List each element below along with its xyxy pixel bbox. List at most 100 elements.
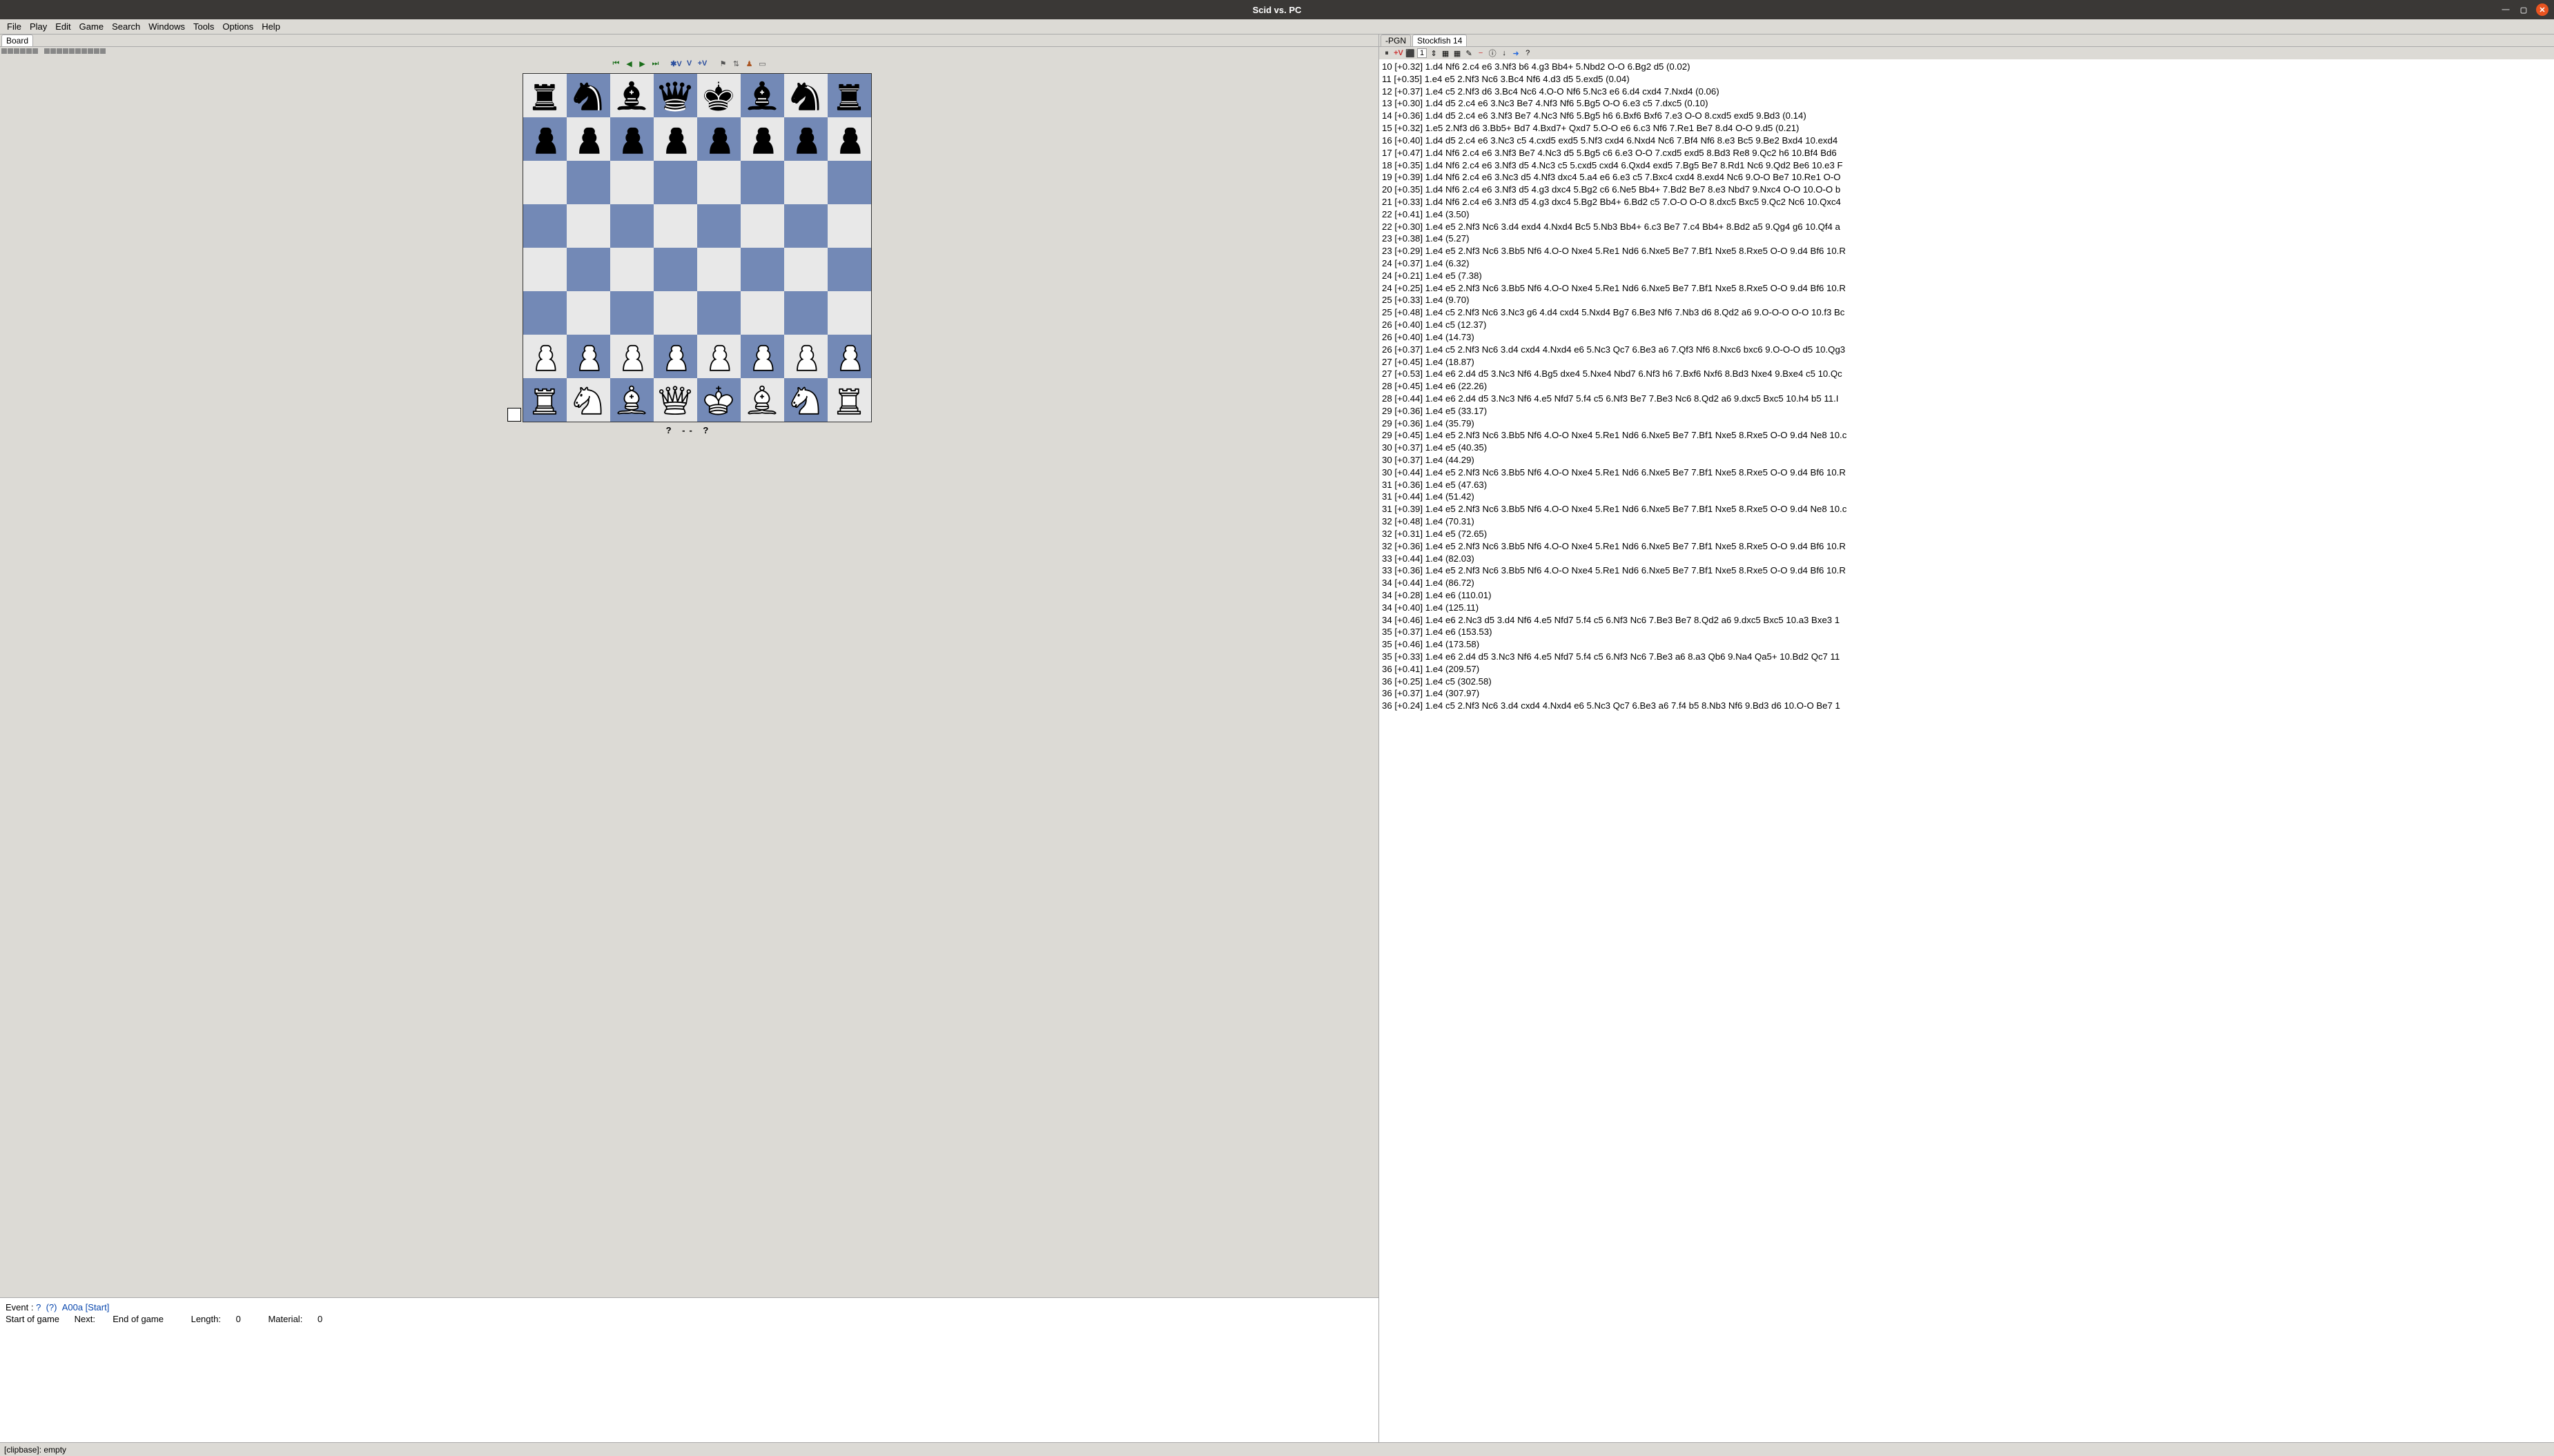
- square-f7[interactable]: [741, 117, 784, 161]
- square-g6[interactable]: [784, 161, 828, 204]
- square-a7[interactable]: [523, 117, 567, 161]
- tab-board[interactable]: Board: [1, 35, 33, 46]
- square-h2[interactable]: [828, 335, 871, 378]
- square-h6[interactable]: [828, 161, 871, 204]
- piece-wP[interactable]: [787, 338, 824, 375]
- square-e3[interactable]: [697, 291, 741, 335]
- eco-code[interactable]: A00a [Start]: [62, 1302, 110, 1312]
- square-f8[interactable]: [741, 74, 784, 117]
- square-g3[interactable]: [784, 291, 828, 335]
- square-g5[interactable]: [784, 204, 828, 248]
- square-d6[interactable]: [654, 161, 697, 204]
- square-d2[interactable]: [654, 335, 697, 378]
- piece-bR[interactable]: [830, 77, 868, 115]
- square-b5[interactable]: [567, 204, 610, 248]
- square-g7[interactable]: [784, 117, 828, 161]
- square-f6[interactable]: [741, 161, 784, 204]
- menu-game[interactable]: Game: [75, 20, 108, 33]
- square-f1[interactable]: [741, 378, 784, 422]
- piece-wB[interactable]: [743, 382, 781, 419]
- piece-wP[interactable]: [613, 338, 650, 375]
- square-b2[interactable]: [567, 335, 610, 378]
- piece-bN[interactable]: [569, 77, 607, 115]
- piece-wQ[interactable]: [656, 382, 694, 419]
- nav-flag-icon[interactable]: ⚑: [718, 58, 729, 69]
- square-g2[interactable]: [784, 335, 828, 378]
- square-f2[interactable]: [741, 335, 784, 378]
- piece-wN[interactable]: [787, 382, 824, 419]
- piece-bK[interactable]: [700, 77, 737, 115]
- nav-flip-icon[interactable]: ⇅: [731, 58, 742, 69]
- spinner-icon[interactable]: ⇕: [1429, 48, 1439, 58]
- analysis-output[interactable]: 10 [+0.32] 1.d4 Nf6 2.c4 e6 3.Nf3 b6 4.g…: [1379, 59, 2554, 1442]
- square-e4[interactable]: [697, 248, 741, 291]
- nav-var-next[interactable]: +V: [697, 58, 708, 69]
- square-d3[interactable]: [654, 291, 697, 335]
- square-a5[interactable]: [523, 204, 567, 248]
- square-d7[interactable]: [654, 117, 697, 161]
- engine-annotate-icon[interactable]: ✎: [1464, 48, 1474, 58]
- square-e1[interactable]: [697, 378, 741, 422]
- menu-windows[interactable]: Windows: [144, 20, 189, 33]
- square-b7[interactable]: [567, 117, 610, 161]
- square-e2[interactable]: [697, 335, 741, 378]
- square-d8[interactable]: [654, 74, 697, 117]
- piece-wB[interactable]: [613, 382, 650, 419]
- square-g8[interactable]: [784, 74, 828, 117]
- square-c8[interactable]: [610, 74, 654, 117]
- menu-file[interactable]: File: [3, 20, 26, 33]
- square-f5[interactable]: [741, 204, 784, 248]
- square-e5[interactable]: [697, 204, 741, 248]
- engine-multipv-down[interactable]: +V: [1394, 48, 1403, 58]
- square-c7[interactable]: [610, 117, 654, 161]
- nav-end-icon[interactable]: ⏭: [650, 58, 661, 69]
- nav-var[interactable]: V: [684, 58, 695, 69]
- square-c6[interactable]: [610, 161, 654, 204]
- piece-bP[interactable]: [656, 121, 694, 158]
- square-a2[interactable]: [523, 335, 567, 378]
- square-b1[interactable]: [567, 378, 610, 422]
- square-c4[interactable]: [610, 248, 654, 291]
- engine-mv-count[interactable]: 1: [1417, 48, 1427, 58]
- piece-wP[interactable]: [569, 338, 607, 375]
- piece-wP[interactable]: [700, 338, 737, 375]
- piece-bP[interactable]: [613, 121, 650, 158]
- tab-pgn[interactable]: -PGN: [1381, 35, 1411, 46]
- square-h1[interactable]: [828, 378, 871, 422]
- close-button[interactable]: ✕: [2536, 3, 2548, 16]
- minimize-button[interactable]: —: [2500, 4, 2511, 15]
- engine-log-icon[interactable]: ↓: [1499, 48, 1509, 58]
- square-c3[interactable]: [610, 291, 654, 335]
- piece-bP[interactable]: [787, 121, 824, 158]
- square-b8[interactable]: [567, 74, 610, 117]
- menu-tools[interactable]: Tools: [189, 20, 218, 33]
- menu-search[interactable]: Search: [108, 20, 144, 33]
- square-f3[interactable]: [741, 291, 784, 335]
- square-h8[interactable]: [828, 74, 871, 117]
- square-a4[interactable]: [523, 248, 567, 291]
- piece-bB[interactable]: [613, 77, 650, 115]
- piece-bP[interactable]: [700, 121, 737, 158]
- square-a3[interactable]: [523, 291, 567, 335]
- menu-options[interactable]: Options: [218, 20, 257, 33]
- engine-btn-2[interactable]: ▦: [1452, 48, 1462, 58]
- square-a8[interactable]: [523, 74, 567, 117]
- nav-start-icon[interactable]: ⏮: [611, 58, 622, 69]
- piece-wP[interactable]: [743, 338, 781, 375]
- square-h4[interactable]: [828, 248, 871, 291]
- square-d4[interactable]: [654, 248, 697, 291]
- chess-board[interactable]: [523, 73, 872, 422]
- square-a6[interactable]: [523, 161, 567, 204]
- piece-wN[interactable]: [569, 382, 607, 419]
- piece-bN[interactable]: [787, 77, 824, 115]
- square-h7[interactable]: [828, 117, 871, 161]
- nav-fwd-icon[interactable]: ▶: [637, 58, 648, 69]
- engine-info-icon[interactable]: ⓘ: [1488, 48, 1497, 58]
- nav-copy-icon[interactable]: ▭: [757, 58, 768, 69]
- piece-wK[interactable]: [700, 382, 737, 419]
- piece-bB[interactable]: [743, 77, 781, 115]
- maximize-button[interactable]: ▢: [2518, 4, 2529, 15]
- nav-trial-icon[interactable]: ♟: [744, 58, 755, 69]
- engine-minus[interactable]: −: [1476, 48, 1485, 58]
- square-c2[interactable]: [610, 335, 654, 378]
